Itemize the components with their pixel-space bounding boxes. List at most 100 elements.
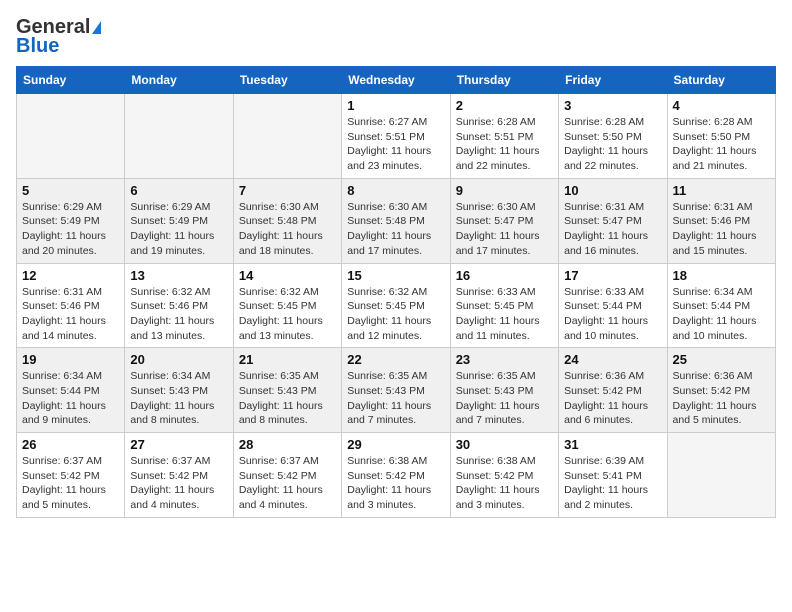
logo-arrow-icon [92, 21, 101, 34]
calendar-day-cell: 18Sunrise: 6:34 AMSunset: 5:44 PMDayligh… [667, 263, 775, 348]
day-info: Sunrise: 6:37 AMSunset: 5:42 PMDaylight:… [130, 454, 227, 513]
day-number: 24 [564, 352, 661, 367]
calendar-day-cell [667, 433, 775, 518]
day-number: 5 [22, 183, 119, 198]
day-number: 17 [564, 268, 661, 283]
calendar-day-cell: 4Sunrise: 6:28 AMSunset: 5:50 PMDaylight… [667, 94, 775, 179]
calendar-day-cell: 31 Sunrise: 6:39 AMSunset: 5:41 PMDayligh… [559, 433, 667, 518]
calendar-day-cell: 9Sunrise: 6:30 AMSunset: 5:47 PMDaylight… [450, 178, 558, 263]
day-number: 2 [456, 98, 553, 113]
calendar-week-row: 5 Sunrise: 6:29 AMSunset: 5:49 PMDaylight… [17, 178, 776, 263]
calendar-day-cell: 14 Sunrise: 6:32 AMSunset: 5:45 PMDayligh… [233, 263, 341, 348]
calendar-day-cell: 12 Sunrise: 6:31 AMSunset: 5:46 PMDayligh… [17, 263, 125, 348]
day-number: 7 [239, 183, 336, 198]
day-info: Sunrise: 6:28 AMSunset: 5:50 PMDaylight:… [564, 115, 661, 174]
day-info: Sunrise: 6:31 AMSunset: 5:46 PMDaylight:… [673, 200, 770, 259]
day-number: 9 [456, 183, 553, 198]
day-number: 12 [22, 268, 119, 283]
day-number: 18 [673, 268, 770, 283]
day-info: Sunrise: 6:31 AMSunset: 5:47 PMDaylight:… [564, 200, 661, 259]
day-info: Sunrise: 6:39 AMSunset: 5:41 PMDaylight:… [564, 454, 661, 513]
calendar-week-row: 26 Sunrise: 6:37 AMSunset: 5:42 PMDayligh… [17, 433, 776, 518]
calendar-header-saturday: Saturday [667, 67, 775, 94]
calendar-day-cell: 3Sunrise: 6:28 AMSunset: 5:50 PMDaylight… [559, 94, 667, 179]
day-number: 15 [347, 268, 444, 283]
day-number: 13 [130, 268, 227, 283]
day-info: Sunrise: 6:30 AMSunset: 5:48 PMDaylight:… [239, 200, 336, 259]
day-number: 8 [347, 183, 444, 198]
day-number: 31 [564, 437, 661, 452]
day-info: Sunrise: 6:34 AMSunset: 5:44 PMDaylight:… [22, 369, 119, 428]
calendar-day-cell: 27 Sunrise: 6:37 AMSunset: 5:42 PMDayligh… [125, 433, 233, 518]
day-number: 20 [130, 352, 227, 367]
logo-blue-text: Blue [16, 35, 59, 58]
calendar-day-cell: 29 Sunrise: 6:38 AMSunset: 5:42 PMDayligh… [342, 433, 450, 518]
day-number: 26 [22, 437, 119, 452]
calendar-day-cell: 5 Sunrise: 6:29 AMSunset: 5:49 PMDaylight… [17, 178, 125, 263]
day-info: Sunrise: 6:29 AMSunset: 5:49 PMDaylight:… [22, 200, 119, 259]
calendar-day-cell: 16 Sunrise: 6:33 AMSunset: 5:45 PMDayligh… [450, 263, 558, 348]
calendar-day-cell: 7 Sunrise: 6:30 AMSunset: 5:48 PMDaylight… [233, 178, 341, 263]
calendar-day-cell: 25 Sunrise: 6:36 AMSunset: 5:42 PMDayligh… [667, 348, 775, 433]
calendar-day-cell: 15 Sunrise: 6:32 AMSunset: 5:45 PMDayligh… [342, 263, 450, 348]
day-info: Sunrise: 6:33 AMSunset: 5:45 PMDaylight:… [456, 285, 553, 344]
day-info: Sunrise: 6:38 AMSunset: 5:42 PMDaylight:… [347, 454, 444, 513]
calendar-day-cell: 22Sunrise: 6:35 AMSunset: 5:43 PMDayligh… [342, 348, 450, 433]
day-info: Sunrise: 6:35 AMSunset: 5:43 PMDaylight:… [347, 369, 444, 428]
day-info: Sunrise: 6:33 AMSunset: 5:44 PMDaylight:… [564, 285, 661, 344]
day-info: Sunrise: 6:38 AMSunset: 5:42 PMDaylight:… [456, 454, 553, 513]
calendar-day-cell [17, 94, 125, 179]
logo: General Blue [16, 16, 101, 58]
day-info: Sunrise: 6:29 AMSunset: 5:49 PMDaylight:… [130, 200, 227, 259]
calendar-day-cell: 10Sunrise: 6:31 AMSunset: 5:47 PMDayligh… [559, 178, 667, 263]
day-number: 11 [673, 183, 770, 198]
day-number: 4 [673, 98, 770, 113]
day-number: 21 [239, 352, 336, 367]
day-number: 16 [456, 268, 553, 283]
calendar-day-cell: 28 Sunrise: 6:37 AMSunset: 5:42 PMDayligh… [233, 433, 341, 518]
day-number: 30 [456, 437, 553, 452]
calendar-header-thursday: Thursday [450, 67, 558, 94]
calendar-week-row: 1 Sunrise: 6:27 AMSunset: 5:51 PMDaylight… [17, 94, 776, 179]
calendar-day-cell: 6 Sunrise: 6:29 AMSunset: 5:49 PMDaylight… [125, 178, 233, 263]
day-number: 6 [130, 183, 227, 198]
day-info: Sunrise: 6:32 AMSunset: 5:45 PMDaylight:… [239, 285, 336, 344]
calendar-header-row: SundayMondayTuesdayWednesdayThursdayFrid… [17, 67, 776, 94]
day-info: Sunrise: 6:35 AMSunset: 5:43 PMDaylight:… [456, 369, 553, 428]
day-info: Sunrise: 6:30 AMSunset: 5:48 PMDaylight:… [347, 200, 444, 259]
calendar-day-cell [233, 94, 341, 179]
day-number: 27 [130, 437, 227, 452]
day-info: Sunrise: 6:34 AMSunset: 5:43 PMDaylight:… [130, 369, 227, 428]
calendar-day-cell: 11 Sunrise: 6:31 AMSunset: 5:46 PMDayligh… [667, 178, 775, 263]
calendar-table: SundayMondayTuesdayWednesdayThursdayFrid… [16, 66, 776, 518]
day-number: 14 [239, 268, 336, 283]
day-info: Sunrise: 6:27 AMSunset: 5:51 PMDaylight:… [347, 115, 444, 174]
day-number: 19 [22, 352, 119, 367]
calendar-header-wednesday: Wednesday [342, 67, 450, 94]
day-info: Sunrise: 6:37 AMSunset: 5:42 PMDaylight:… [22, 454, 119, 513]
day-info: Sunrise: 6:32 AMSunset: 5:45 PMDaylight:… [347, 285, 444, 344]
day-number: 1 [347, 98, 444, 113]
day-info: Sunrise: 6:36 AMSunset: 5:42 PMDaylight:… [673, 369, 770, 428]
calendar-day-cell [125, 94, 233, 179]
day-number: 28 [239, 437, 336, 452]
calendar-week-row: 12 Sunrise: 6:31 AMSunset: 5:46 PMDayligh… [17, 263, 776, 348]
calendar-header-friday: Friday [559, 67, 667, 94]
calendar-day-cell: 19 Sunrise: 6:34 AMSunset: 5:44 PMDayligh… [17, 348, 125, 433]
calendar-day-cell: 17 Sunrise: 6:33 AMSunset: 5:44 PMDayligh… [559, 263, 667, 348]
day-info: Sunrise: 6:31 AMSunset: 5:46 PMDaylight:… [22, 285, 119, 344]
calendar-day-cell: 21 Sunrise: 6:35 AMSunset: 5:43 PMDayligh… [233, 348, 341, 433]
page-header: General Blue [16, 16, 776, 58]
calendar-header-monday: Monday [125, 67, 233, 94]
calendar-day-cell: 8 Sunrise: 6:30 AMSunset: 5:48 PMDaylight… [342, 178, 450, 263]
calendar-day-cell: 20 Sunrise: 6:34 AMSunset: 5:43 PMDayligh… [125, 348, 233, 433]
day-info: Sunrise: 6:36 AMSunset: 5:42 PMDaylight:… [564, 369, 661, 428]
day-number: 29 [347, 437, 444, 452]
calendar-day-cell: 1 Sunrise: 6:27 AMSunset: 5:51 PMDaylight… [342, 94, 450, 179]
day-info: Sunrise: 6:35 AMSunset: 5:43 PMDaylight:… [239, 369, 336, 428]
day-number: 25 [673, 352, 770, 367]
calendar-day-cell: 24 Sunrise: 6:36 AMSunset: 5:42 PMDayligh… [559, 348, 667, 433]
day-info: Sunrise: 6:32 AMSunset: 5:46 PMDaylight:… [130, 285, 227, 344]
day-info: Sunrise: 6:37 AMSunset: 5:42 PMDaylight:… [239, 454, 336, 513]
day-number: 23 [456, 352, 553, 367]
